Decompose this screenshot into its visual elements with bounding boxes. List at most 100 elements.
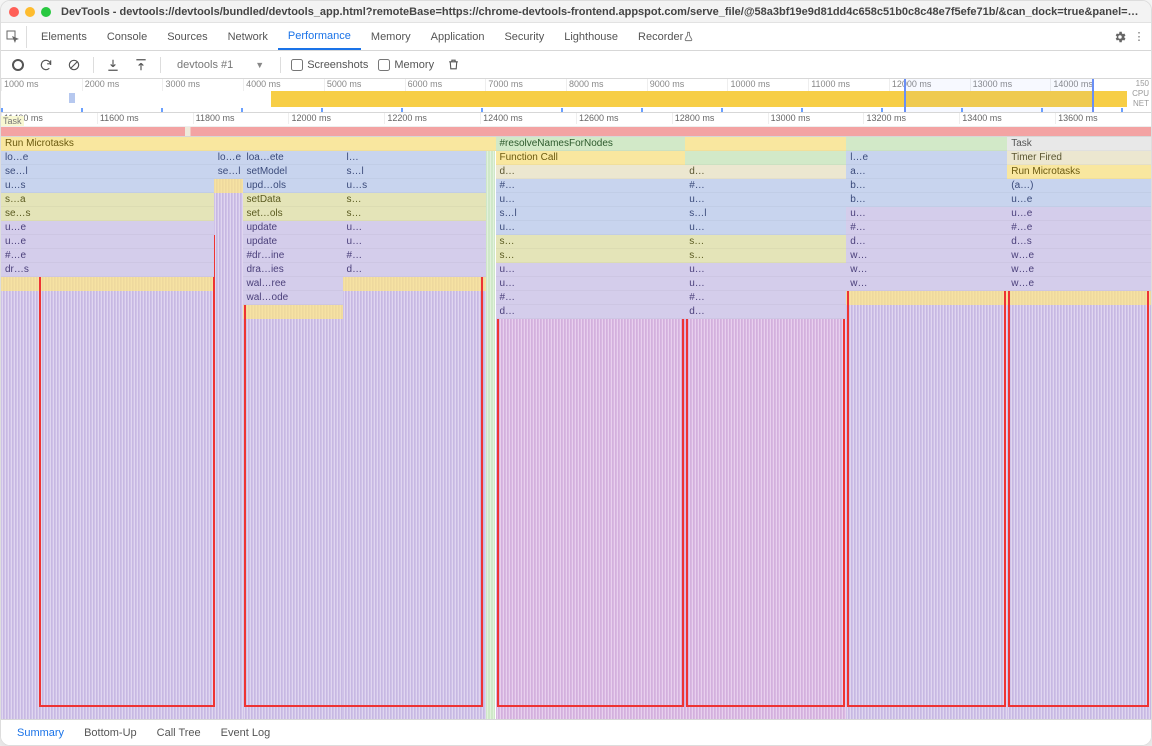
- reload-record-button[interactable]: [37, 56, 55, 74]
- flame-frame[interactable]: #dr…ine: [243, 249, 343, 263]
- flame-frame[interactable]: Task: [1007, 137, 1151, 151]
- flame-chart[interactable]: Run Microtaskslo…ese…lu…ss…ase…su…eu…e#……: [1, 137, 1151, 719]
- flame-frame[interactable]: [846, 137, 1007, 151]
- flame-frame[interactable]: #…: [685, 179, 846, 193]
- tab-sources[interactable]: Sources: [157, 23, 217, 50]
- memory-checkbox[interactable]: Memory: [378, 59, 434, 71]
- flame-frame[interactable]: [343, 137, 487, 151]
- flame-frame[interactable]: u…e: [1, 221, 214, 235]
- flame-column[interactable]: Run Microtaskslo…ese…lu…ss…ase…su…eu…e#……: [1, 137, 214, 719]
- flame-column[interactable]: lo…ese…l: [214, 137, 243, 719]
- tab-security[interactable]: Security: [494, 23, 554, 50]
- tab-memory[interactable]: Memory: [361, 23, 421, 50]
- flame-frame[interactable]: #…: [343, 249, 487, 263]
- overview-viewport-window[interactable]: [904, 79, 1094, 112]
- flame-frame[interactable]: w…: [846, 263, 1007, 277]
- flame-column[interactable]: [486, 137, 495, 719]
- save-profile-button[interactable]: [132, 56, 150, 74]
- flame-frame[interactable]: d…: [685, 165, 846, 179]
- flame-column[interactable]: TaskTimer FiredRun Microtasks(a…)u…eu…e#…: [1007, 137, 1151, 719]
- flame-frame[interactable]: d…: [496, 305, 686, 319]
- flame-frame[interactable]: s…: [496, 235, 686, 249]
- flame-frame[interactable]: d…s: [1007, 235, 1151, 249]
- flame-frame[interactable]: d…: [685, 305, 846, 319]
- flame-frame[interactable]: se…s: [1, 207, 214, 221]
- flame-frame[interactable]: #…: [496, 291, 686, 305]
- flame-frame[interactable]: w…e: [1007, 263, 1151, 277]
- zoom-icon[interactable]: [41, 7, 51, 17]
- flame-frame[interactable]: (a…): [1007, 179, 1151, 193]
- flame-frame[interactable]: u…e: [1007, 207, 1151, 221]
- details-tab-bottom-up[interactable]: Bottom-Up: [76, 723, 145, 743]
- tab-recorder[interactable]: Recorder: [628, 23, 704, 50]
- flame-frame[interactable]: b…: [846, 193, 1007, 207]
- flame-frame[interactable]: setData: [243, 193, 343, 207]
- flame-frame[interactable]: s…: [496, 249, 686, 263]
- flame-frame[interactable]: w…: [846, 277, 1007, 291]
- flame-frame[interactable]: Run Microtasks: [1007, 165, 1151, 179]
- flame-frame[interactable]: u…: [685, 263, 846, 277]
- flame-frame[interactable]: dra…ies: [243, 263, 343, 277]
- flame-frame[interactable]: u…s: [343, 179, 487, 193]
- flame-frame[interactable]: w…e: [1007, 249, 1151, 263]
- flame-frame[interactable]: #…e: [1, 249, 214, 263]
- flame-frame[interactable]: upd…ols: [243, 179, 343, 193]
- flame-frame[interactable]: u…: [343, 235, 487, 249]
- flame-frame[interactable]: l…: [343, 151, 487, 165]
- flame-frame[interactable]: lo…e: [1, 151, 214, 165]
- screenshots-checkbox-input[interactable]: [291, 59, 303, 71]
- details-tab-summary[interactable]: Summary: [9, 723, 72, 743]
- flame-frame[interactable]: s…l: [496, 207, 686, 221]
- tab-elements[interactable]: Elements: [31, 23, 97, 50]
- flame-column[interactable]: l…ea…b…b…u…#…d…w…w…w…: [846, 137, 1007, 719]
- tab-console[interactable]: Console: [97, 23, 157, 50]
- flame-frame[interactable]: update: [243, 221, 343, 235]
- flame-frame[interactable]: w…: [846, 249, 1007, 263]
- flame-frame[interactable]: [214, 137, 243, 151]
- screenshots-checkbox[interactable]: Screenshots: [291, 59, 368, 71]
- flame-frame[interactable]: s…a: [1, 193, 214, 207]
- tab-performance[interactable]: Performance: [278, 23, 361, 50]
- flame-frame[interactable]: u…e: [1, 235, 214, 249]
- more-menu-icon[interactable]: ⋮: [1131, 26, 1147, 48]
- flame-frame[interactable]: Run Microtasks: [1, 137, 214, 151]
- record-button[interactable]: [9, 56, 27, 74]
- tab-network[interactable]: Network: [218, 23, 278, 50]
- flame-frame[interactable]: dr…s: [1, 263, 214, 277]
- flame-frame[interactable]: s…: [685, 235, 846, 249]
- flame-frame[interactable]: u…: [685, 277, 846, 291]
- flame-frame[interactable]: #…: [685, 291, 846, 305]
- flame-frame[interactable]: u…: [496, 263, 686, 277]
- collect-garbage-button[interactable]: [444, 56, 462, 74]
- details-tab-call-tree[interactable]: Call Tree: [149, 723, 209, 743]
- flame-frame[interactable]: lo…e: [214, 151, 243, 165]
- load-profile-button[interactable]: [104, 56, 122, 74]
- flame-frame[interactable]: wal…ree: [243, 277, 343, 291]
- flame-frame[interactable]: wal…ode: [243, 291, 343, 305]
- detail-ruler[interactable]: 11400 ms11600 ms11800 ms12000 ms12200 ms…: [1, 113, 1151, 137]
- tab-lighthouse[interactable]: Lighthouse: [554, 23, 628, 50]
- flame-frame[interactable]: d…: [343, 263, 487, 277]
- flame-frame[interactable]: u…e: [1007, 193, 1151, 207]
- overview-timeline[interactable]: 1000 ms2000 ms3000 ms4000 ms5000 ms6000 …: [1, 79, 1151, 113]
- close-icon[interactable]: [9, 7, 19, 17]
- flame-column[interactable]: d…#…u…s…lu…s…s…u…u…#…d…: [685, 137, 846, 719]
- flame-frame[interactable]: u…: [343, 221, 487, 235]
- flame-frame[interactable]: Function Call: [496, 151, 686, 165]
- flame-frame[interactable]: Timer Fired: [1007, 151, 1151, 165]
- flame-frame[interactable]: update: [243, 235, 343, 249]
- flame-column[interactable]: loa…etesetModelupd…olssetDataset…olsupda…: [243, 137, 343, 719]
- flame-frame[interactable]: #…e: [1007, 221, 1151, 235]
- flame-frame[interactable]: se…l: [214, 165, 243, 179]
- flame-frame[interactable]: u…: [846, 207, 1007, 221]
- memory-checkbox-input[interactable]: [378, 59, 390, 71]
- flame-frame[interactable]: u…: [496, 277, 686, 291]
- traffic-lights[interactable]: [9, 7, 51, 17]
- settings-gear-icon[interactable]: [1109, 26, 1131, 48]
- flame-frame[interactable]: set…ols: [243, 207, 343, 221]
- flame-frame[interactable]: loa…ete: [243, 151, 343, 165]
- flame-frame[interactable]: #…: [846, 221, 1007, 235]
- inspect-element-icon[interactable]: [5, 26, 27, 48]
- session-select[interactable]: devtools #1 ▼: [171, 57, 270, 73]
- flame-frame[interactable]: se…l: [1, 165, 214, 179]
